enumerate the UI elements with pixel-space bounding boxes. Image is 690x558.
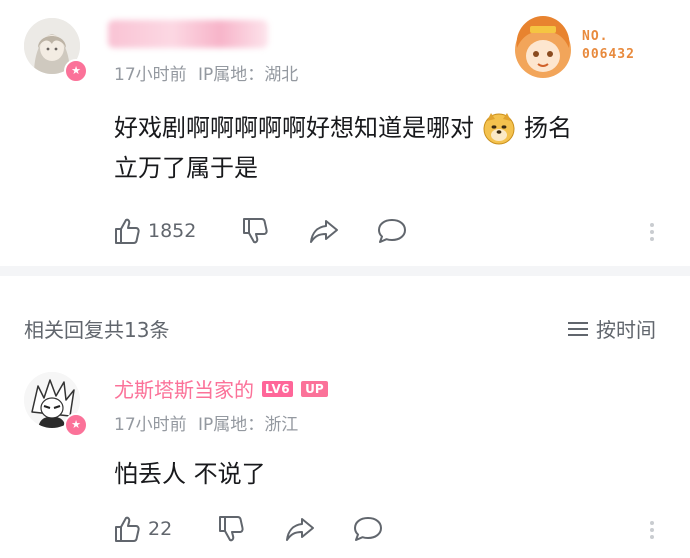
dislike-button[interactable] [240, 216, 270, 246]
reply-more-options-icon[interactable] [650, 518, 654, 542]
like-button[interactable]: 1852 [112, 216, 196, 246]
fan-badge-prefix: NO. [582, 29, 609, 44]
fan-badge-character-icon [515, 16, 571, 78]
thumbs-down-icon [219, 516, 244, 542]
like-count: 1852 [148, 220, 197, 242]
reply-button[interactable] [376, 216, 408, 246]
thumbs-up-icon [115, 516, 140, 542]
up-tag: UP [301, 380, 328, 397]
thumbs-up-icon [115, 218, 140, 244]
official-badge-icon: ★ [64, 59, 88, 83]
section-divider [0, 266, 690, 276]
comment-bubble-icon [354, 517, 382, 541]
more-options-icon[interactable] [650, 220, 654, 244]
comment-ip-label: IP属地： [198, 65, 265, 85]
reply-reply-button[interactable] [352, 514, 384, 544]
share-button[interactable] [308, 216, 340, 246]
reply-text: 怕丢人 不说了 [114, 460, 266, 488]
reply-user-row: 尤斯塔斯当家的 LV6 UP [114, 374, 328, 403]
reply-share-button[interactable] [284, 514, 316, 544]
official-badge-icon: ★ [64, 413, 88, 437]
reply-dislike-button[interactable] [216, 514, 246, 544]
comment-text-part1: 好戏剧啊啊啊啊啊好想知道是哪对 [114, 114, 474, 142]
share-arrow-icon [310, 220, 338, 243]
reply-ip-region: 浙江 [264, 415, 299, 435]
reply-meta: 17小时前 IP属地：浙江 [114, 410, 298, 435]
sort-label: 按时间 [596, 318, 656, 342]
reply-ip-label: IP属地： [198, 415, 265, 435]
comment-text-line2: 立万了属于是 [114, 154, 258, 182]
comment-text-line1: 好戏剧啊啊啊啊啊好想知道是哪对 扬名 [114, 108, 674, 148]
fan-badge-digits: 006432 [582, 47, 635, 62]
comment-ip-region: 湖北 [264, 65, 299, 85]
comment-text-part2: 扬名 [524, 114, 572, 142]
comment-bubble-icon [378, 219, 406, 243]
reply-like-button[interactable]: 22 [112, 514, 172, 544]
doge-emoji-icon [482, 111, 516, 145]
reply-time: 17小时前 [114, 415, 187, 435]
related-replies-count: 相关回复共13条 [24, 318, 170, 342]
fan-badge-number: NO. 006432 [582, 28, 635, 64]
comment-time: 17小时前 [114, 65, 187, 85]
commenter-username-redacted[interactable] [108, 20, 268, 48]
thumbs-down-icon [243, 218, 268, 244]
sort-by-time-button[interactable]: 按时间 [566, 314, 656, 343]
comment-meta: 17小时前 IP属地：湖北 [114, 60, 298, 85]
share-arrow-icon [286, 518, 314, 541]
sort-lines-icon [568, 321, 588, 336]
comment-text: 好戏剧啊啊啊啊啊好想知道是哪对 扬名 立万了属于是 [114, 108, 674, 188]
level-badge: LV6 [262, 380, 294, 397]
reply-username[interactable]: 尤斯塔斯当家的 [114, 374, 254, 403]
reply-like-count: 22 [148, 518, 173, 540]
fan-badge-avatar [508, 8, 578, 88]
